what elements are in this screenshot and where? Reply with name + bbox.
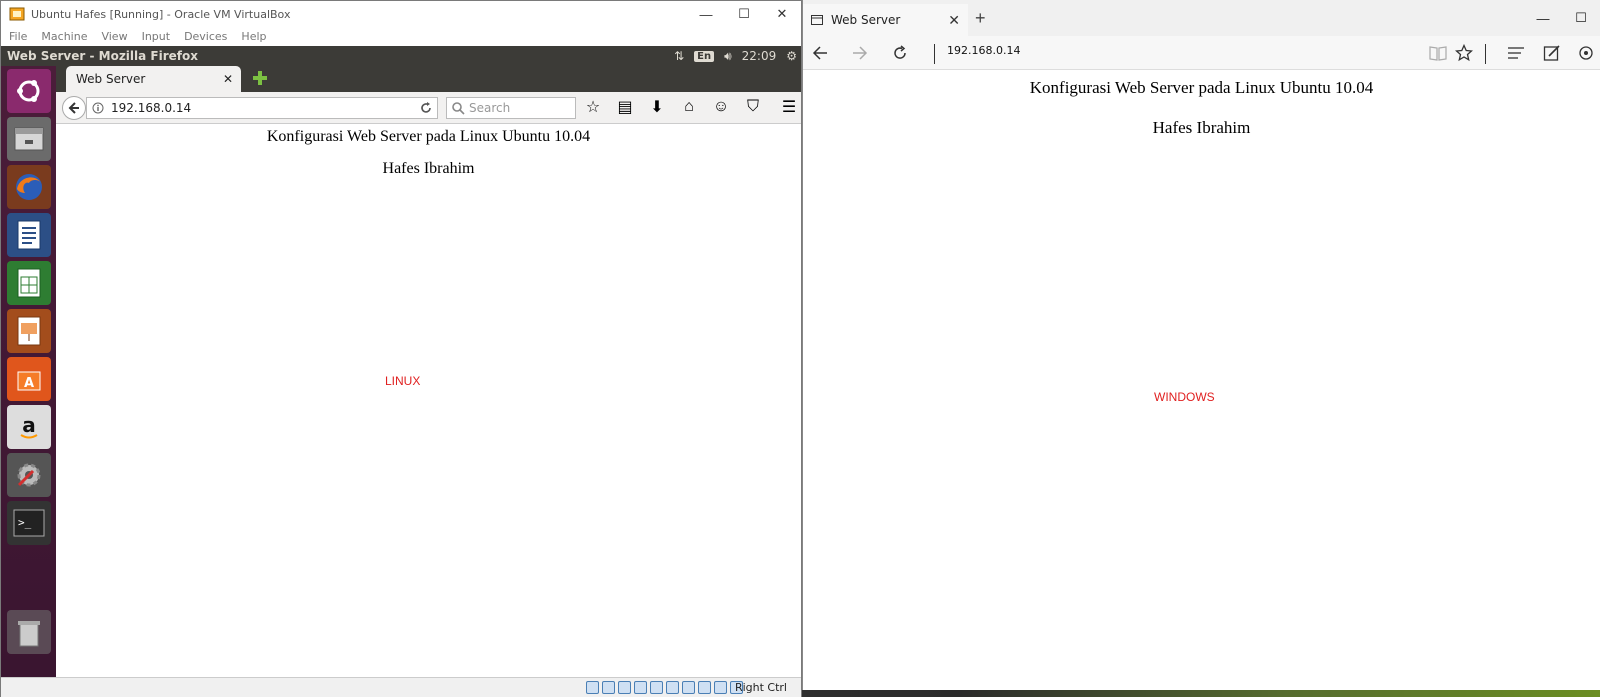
virtualbox-menu-bar: File Machine View Input Devices Help xyxy=(1,27,801,46)
writer-icon[interactable] xyxy=(7,213,51,257)
unity-launcher: A a >_ xyxy=(1,66,56,677)
edge-page-content: Konfigurasi Web Server pada Linux Ubuntu… xyxy=(803,70,1600,690)
virtualbox-title-bar[interactable]: Ubuntu Hafes [Running] - Oracle VM Virtu… xyxy=(1,1,801,27)
svg-text:A: A xyxy=(24,376,34,391)
nav-separator xyxy=(934,44,935,64)
keyboard-layout-indicator[interactable]: En xyxy=(694,50,715,62)
nav-separator xyxy=(1485,44,1486,64)
software-center-icon[interactable]: A xyxy=(7,357,51,401)
web-note-icon[interactable] xyxy=(1541,42,1563,64)
edge-nav-bar: 192.168.0.14 xyxy=(803,36,1600,70)
terminal-icon[interactable]: >_ xyxy=(7,501,51,545)
share-icon[interactable] xyxy=(1575,42,1597,64)
menu-view[interactable]: View xyxy=(101,30,127,43)
firefox-url-text: 192.168.0.14 xyxy=(111,101,192,115)
network-transfer-icon[interactable]: ⇅ xyxy=(674,49,684,63)
edge-tab-bar: Web Server ✕ + — ☐ xyxy=(803,0,1600,36)
firefox-icon[interactable] xyxy=(7,165,51,209)
edge-window: Web Server ✕ + — ☐ 192.168.0.14 Konfigur… xyxy=(802,0,1600,690)
new-tab-icon[interactable]: + xyxy=(975,8,986,29)
hdd-status-icon[interactable] xyxy=(586,681,599,694)
firefox-tab[interactable]: Web Server ✕ xyxy=(66,66,241,92)
virtualbox-title: Ubuntu Hafes [Running] - Oracle VM Virtu… xyxy=(31,7,291,21)
virtualbox-icon xyxy=(9,6,25,22)
firefox-address-bar[interactable]: 192.168.0.14 xyxy=(86,97,438,119)
home-icon[interactable]: ⌂ xyxy=(680,98,698,116)
page-heading: Konfigurasi Web Server pada Linux Ubuntu… xyxy=(266,128,591,145)
video-capture-icon[interactable] xyxy=(666,681,679,694)
search-placeholder: Search xyxy=(469,101,511,115)
maximize-icon[interactable]: ☐ xyxy=(725,1,763,27)
hamburger-menu-icon[interactable]: ☰ xyxy=(780,98,798,116)
close-tab-icon[interactable]: ✕ xyxy=(223,72,233,86)
back-arrow-icon[interactable] xyxy=(62,96,86,120)
files-icon[interactable] xyxy=(7,117,51,161)
page-icon xyxy=(811,15,823,25)
svg-text:a: a xyxy=(22,413,36,437)
menu-help[interactable]: Help xyxy=(241,30,266,43)
search-icon xyxy=(452,102,465,115)
edge-tab-label: Web Server xyxy=(831,13,901,27)
new-tab-icon[interactable] xyxy=(252,70,268,86)
edge-address-bar[interactable]: 192.168.0.14 xyxy=(947,44,1020,57)
pocket-icon[interactable]: ⛉ xyxy=(744,98,762,116)
menu-devices[interactable]: Devices xyxy=(184,30,227,43)
maximize-icon[interactable]: ☐ xyxy=(1562,0,1600,36)
active-window-title: Web Server - Mozilla Firefox xyxy=(7,49,198,63)
reading-list-icon[interactable]: ▤ xyxy=(616,98,634,116)
virtualbox-status-bar: Right Ctrl xyxy=(1,677,801,697)
impress-icon[interactable] xyxy=(7,309,51,353)
host-key-label: Right Ctrl xyxy=(734,681,787,694)
menu-input[interactable]: Input xyxy=(142,30,170,43)
close-icon[interactable]: ✕ xyxy=(763,1,801,27)
bookmark-star-icon[interactable]: ☆ xyxy=(584,98,602,116)
reading-view-icon[interactable] xyxy=(1427,42,1449,64)
page-author: Hafes Ibrahim xyxy=(1152,118,1251,137)
firefox-tab-bar: Web Server ✕ xyxy=(56,66,801,92)
amazon-icon[interactable]: a xyxy=(7,405,51,449)
system-gear-icon[interactable]: ⚙ xyxy=(786,49,797,63)
trash-icon[interactable] xyxy=(7,610,51,654)
display-status-icon[interactable] xyxy=(650,681,663,694)
page-author: Hafes Ibrahim xyxy=(382,160,475,177)
download-icon[interactable]: ⬇ xyxy=(648,98,666,116)
close-tab-icon[interactable]: ✕ xyxy=(948,12,960,29)
edge-tab[interactable]: Web Server ✕ xyxy=(803,4,968,36)
os-label: WINDOWS xyxy=(1154,390,1215,404)
back-arrow-icon[interactable] xyxy=(809,42,831,64)
virtualbox-window: Ubuntu Hafes [Running] - Oracle VM Virtu… xyxy=(0,0,802,697)
forward-arrow-icon[interactable] xyxy=(849,42,871,64)
reload-icon[interactable] xyxy=(419,101,433,115)
volume-icon[interactable]: 🔊︎ xyxy=(724,49,732,64)
hub-icon[interactable] xyxy=(1505,42,1527,64)
usb-status-icon[interactable] xyxy=(618,681,631,694)
menu-file[interactable]: File xyxy=(9,30,27,43)
cpu-status-icon[interactable] xyxy=(698,681,711,694)
ubuntu-top-panel: Web Server - Mozilla Firefox ⇅ En 🔊︎ 22:… xyxy=(1,46,801,66)
svg-text:>_: >_ xyxy=(18,516,32,529)
page-heading: Konfigurasi Web Server pada Linux Ubuntu… xyxy=(1029,78,1374,97)
system-settings-icon[interactable] xyxy=(7,453,51,497)
os-label: LINUX xyxy=(385,374,421,388)
shared-folders-icon[interactable] xyxy=(634,681,647,694)
firefox-nav-bar: 192.168.0.14 Search ☆ ▤ ⬇ ⌂ ☺ ⛉ ☰ xyxy=(56,92,801,124)
clock[interactable]: 22:09 xyxy=(742,49,777,63)
network-status-icon[interactable] xyxy=(682,681,695,694)
minimize-icon[interactable]: — xyxy=(687,1,725,27)
hello-chat-icon[interactable]: ☺ xyxy=(712,98,730,116)
firefox-search-box[interactable]: Search xyxy=(446,97,576,119)
mouse-integration-icon[interactable] xyxy=(714,681,727,694)
dash-home-icon[interactable] xyxy=(7,69,51,113)
favorite-star-icon[interactable] xyxy=(1453,42,1475,64)
firefox-tab-label: Web Server xyxy=(76,72,146,86)
minimize-icon[interactable]: — xyxy=(1524,0,1562,36)
optical-drive-icon[interactable] xyxy=(602,681,615,694)
site-info-icon[interactable] xyxy=(91,101,105,115)
calc-icon[interactable] xyxy=(7,261,51,305)
menu-machine[interactable]: Machine xyxy=(41,30,87,43)
firefox-page-content: Konfigurasi Web Server pada Linux Ubuntu… xyxy=(56,124,801,677)
refresh-icon[interactable] xyxy=(889,42,911,64)
